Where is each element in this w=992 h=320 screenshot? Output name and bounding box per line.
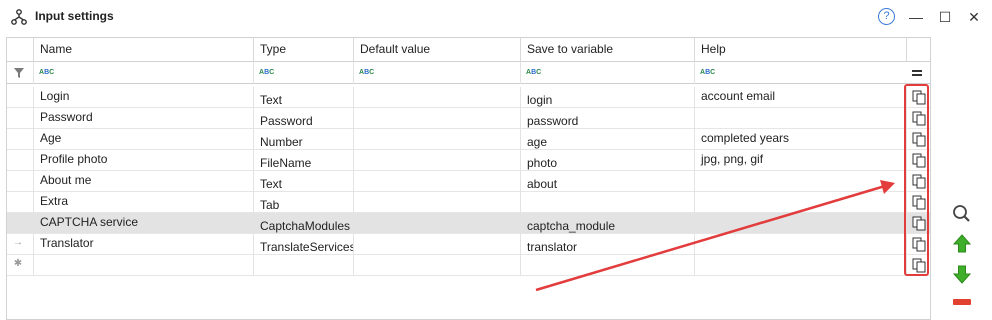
table-header: Name Type Default value Save to variable… (7, 38, 930, 62)
move-up-button[interactable] (949, 232, 975, 256)
table-row[interactable]: Extra Tab (7, 192, 930, 213)
variable-cell[interactable]: captcha_module (520, 213, 694, 234)
variable-cell[interactable] (520, 192, 694, 213)
variable-cell[interactable]: photo (520, 150, 694, 171)
inputs-table: Name Type Default value Save to variable… (6, 37, 931, 320)
current-row-indicator-icon: → (13, 237, 23, 248)
name-cell[interactable]: About me (33, 171, 253, 192)
type-cell[interactable]: Text (253, 87, 353, 108)
row-indicator (10, 132, 26, 146)
filter-icon[interactable] (14, 68, 24, 78)
new-row[interactable]: ✱ (7, 255, 930, 276)
default-value-cell[interactable] (353, 192, 520, 213)
move-down-button[interactable] (949, 262, 975, 286)
column-header-actions (906, 38, 930, 62)
text-filter-icon: ABC (359, 69, 375, 76)
filter-row: ABC ABC ABC ABC ABC (7, 62, 930, 84)
table-row[interactable]: → Translator TranslateServices translator (7, 234, 930, 255)
default-value-cell[interactable] (353, 255, 520, 276)
default-value-cell[interactable] (353, 234, 520, 255)
column-header-type[interactable]: Type (253, 38, 353, 62)
type-cell[interactable] (253, 255, 353, 276)
table-row[interactable]: Age Number age completed years (7, 129, 930, 150)
type-cell[interactable]: Tab (253, 192, 353, 213)
type-cell[interactable]: CaptchaModules (253, 213, 353, 234)
highlight-box (904, 84, 929, 276)
help-cell[interactable] (694, 234, 906, 255)
name-cell[interactable]: Profile photo (33, 150, 253, 171)
variable-cell[interactable]: age (520, 129, 694, 150)
column-header-save-to-variable[interactable]: Save to variable (520, 38, 694, 62)
search-button[interactable] (949, 202, 975, 226)
maximize-button[interactable]: ☐ (934, 6, 956, 28)
row-indicator (10, 195, 26, 209)
column-header-help[interactable]: Help (694, 38, 906, 62)
default-value-cell[interactable] (353, 87, 520, 108)
help-circle-icon[interactable]: ? (878, 8, 895, 25)
type-cell[interactable]: TranslateServices (253, 234, 353, 255)
name-cell[interactable]: Translator (33, 234, 253, 255)
row-indicator (10, 153, 26, 167)
name-cell[interactable]: CAPTCHA service (33, 213, 253, 234)
close-button[interactable]: ✕ (963, 6, 985, 28)
help-cell[interactable] (694, 213, 906, 234)
branch-icon (11, 9, 27, 25)
new-row-indicator-icon: ✱ (13, 258, 23, 269)
text-filter-icon: ABC (700, 69, 716, 76)
variable-cell[interactable]: about (520, 171, 694, 192)
row-indicator (10, 216, 26, 230)
filter-default-value[interactable]: ABC (353, 62, 520, 84)
remove-button[interactable] (949, 290, 975, 314)
help-cell[interactable]: completed years (694, 129, 906, 150)
default-value-cell[interactable] (353, 108, 520, 129)
type-cell[interactable]: Text (253, 171, 353, 192)
name-cell[interactable]: Login (33, 87, 253, 108)
help-cell[interactable] (694, 255, 906, 276)
table-row[interactable]: Profile photo FileName photo jpg, png, gif (7, 150, 930, 171)
name-cell[interactable]: Age (33, 129, 253, 150)
table-row[interactable]: Password Password password (7, 108, 930, 129)
column-header-default-value[interactable]: Default value (353, 38, 520, 62)
row-indicator (10, 90, 26, 104)
column-menu-icon[interactable] (912, 70, 922, 76)
text-filter-icon: ABC (259, 69, 275, 76)
filter-name[interactable]: ABC (33, 62, 253, 84)
name-cell[interactable]: Password (33, 108, 253, 129)
type-cell[interactable]: Password (253, 108, 353, 129)
text-filter-icon: ABC (526, 69, 542, 76)
table-row[interactable]: About me Text about (7, 171, 930, 192)
help-cell[interactable]: jpg, png, gif (694, 150, 906, 171)
table-row[interactable]: Login Text login account email (7, 87, 930, 108)
filter-help[interactable]: ABC (694, 62, 906, 84)
row-indicator (10, 111, 26, 125)
filter-type[interactable]: ABC (253, 62, 353, 84)
type-cell[interactable]: FileName (253, 150, 353, 171)
default-value-cell[interactable] (353, 129, 520, 150)
default-value-cell[interactable] (353, 213, 520, 234)
variable-cell[interactable]: password (520, 108, 694, 129)
column-header-name[interactable]: Name (33, 38, 253, 62)
help-cell[interactable] (694, 108, 906, 129)
window-title: Input settings (35, 9, 114, 23)
name-cell[interactable]: Extra (33, 192, 253, 213)
default-value-cell[interactable] (353, 150, 520, 171)
help-cell[interactable]: account email (694, 87, 906, 108)
default-value-cell[interactable] (353, 171, 520, 192)
type-cell[interactable]: Number (253, 129, 353, 150)
help-cell[interactable] (694, 171, 906, 192)
name-cell[interactable] (33, 255, 253, 276)
minimize-button[interactable]: — (905, 6, 927, 28)
title-bar: Input settings ? — ☐ ✕ (0, 0, 992, 34)
help-cell[interactable] (694, 192, 906, 213)
variable-cell[interactable] (520, 255, 694, 276)
variable-cell[interactable]: translator (520, 234, 694, 255)
table-row[interactable]: CAPTCHA service CaptchaModules captcha_mod… (7, 213, 930, 234)
text-filter-icon: ABC (39, 69, 55, 76)
filter-save-to-variable[interactable]: ABC (520, 62, 694, 84)
row-indicator (10, 174, 26, 188)
variable-cell[interactable]: login (520, 87, 694, 108)
